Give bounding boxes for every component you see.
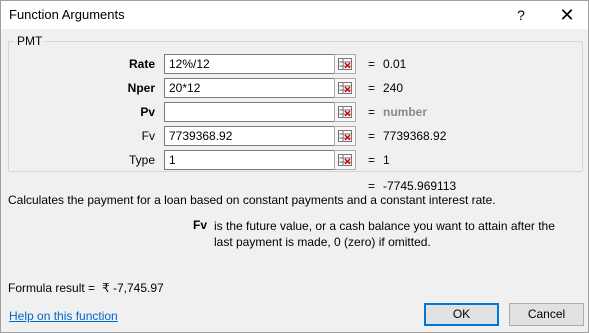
type-equals: = [368, 153, 376, 167]
fv-equals: = [368, 129, 376, 143]
nper-result: 240 [383, 81, 404, 95]
range-select-icon [338, 106, 352, 118]
arg-label-nper: Nper [127, 81, 155, 95]
help-button[interactable]: ? [507, 1, 535, 29]
function-result-equals: = [368, 179, 376, 193]
fv-range-button[interactable] [334, 126, 356, 146]
fv-result: 7739368.92 [383, 129, 447, 143]
ok-button[interactable]: OK [424, 303, 499, 326]
arg-label-pv: Pv [140, 105, 155, 119]
formula-result-label: Formula result = [8, 281, 96, 295]
nper-range-button[interactable] [334, 78, 356, 98]
arg-label-type: Type [128, 153, 155, 167]
range-select-icon [338, 82, 352, 94]
help-on-function-link[interactable]: Help on this function [9, 309, 118, 323]
range-select-icon [338, 58, 352, 70]
pv-range-button[interactable] [334, 102, 356, 122]
arg-label-rate: Rate [128, 57, 155, 71]
rate-equals: = [368, 57, 376, 71]
type-result: 1 [383, 153, 390, 167]
rate-input[interactable] [164, 54, 342, 74]
arg-help-text: is the future value, or a cash balance y… [214, 219, 555, 249]
range-select-icon [338, 130, 352, 142]
pv-input[interactable] [164, 102, 342, 122]
type-range-button[interactable] [334, 150, 356, 170]
fv-input[interactable] [164, 126, 342, 146]
function-name-label: PMT [14, 34, 46, 48]
close-button[interactable]: ✕ [546, 1, 588, 29]
close-icon: ✕ [559, 5, 575, 25]
function-description: Calculates the payment for a loan based … [8, 193, 496, 207]
function-arguments-dialog: Function Arguments ? ✕ PMT Rate = 0.01 N… [0, 0, 589, 333]
formula-result-value: ₹ -7,745.97 [102, 281, 164, 295]
range-select-icon [338, 154, 352, 166]
rate-result: 0.01 [383, 57, 407, 71]
rate-range-button[interactable] [334, 54, 356, 74]
arg-help-name: Fv [193, 218, 208, 232]
dialog-title: Function Arguments [9, 7, 125, 22]
pv-equals: = [368, 105, 376, 119]
cancel-button[interactable]: Cancel [509, 303, 584, 326]
nper-equals: = [368, 81, 376, 95]
title-bar: Function Arguments ? ✕ [1, 1, 588, 29]
pv-result-hint: number [383, 105, 428, 119]
function-result-value: -7745.969113 [383, 179, 457, 193]
nper-input[interactable] [164, 78, 342, 98]
type-input[interactable] [164, 150, 342, 170]
arg-label-fv: Fv [141, 129, 155, 143]
